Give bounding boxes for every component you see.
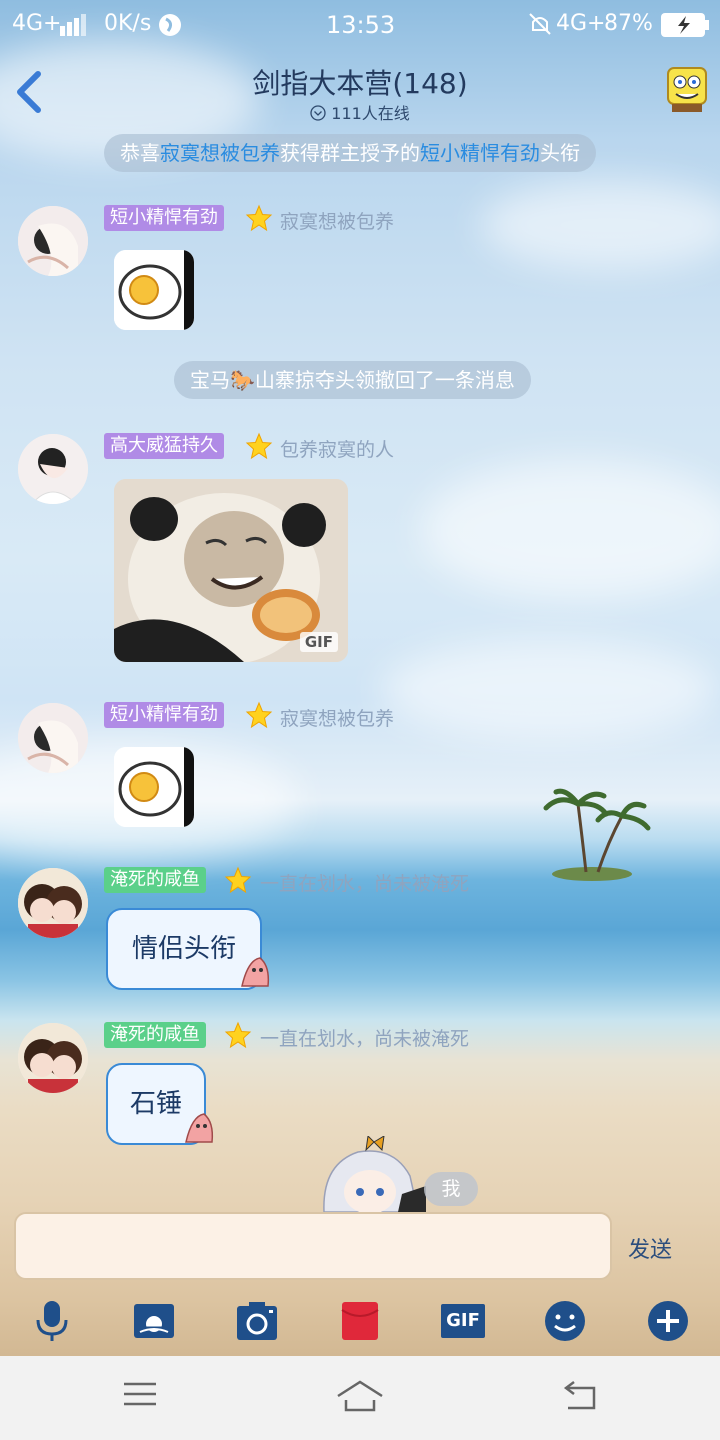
clock: 13:53: [326, 11, 396, 39]
emoji-icon[interactable]: [543, 1300, 587, 1342]
chevron-circle-icon: [310, 105, 326, 121]
member-title-tag: 短小精悍有劲: [104, 205, 224, 231]
avatar[interactable]: [18, 703, 88, 773]
plus-icon[interactable]: [646, 1300, 690, 1342]
nickname[interactable]: 包养寂寞的人: [280, 435, 394, 462]
menu-icon[interactable]: [122, 1378, 158, 1410]
send-button[interactable]: 发送: [628, 1232, 672, 1264]
member-title-tag: 高大威猛持久: [104, 433, 224, 459]
panda-gif-sticker[interactable]: GIF: [114, 479, 348, 662]
gif-badge: GIF: [299, 632, 338, 652]
egg-sticker[interactable]: [114, 747, 194, 827]
signal-icon: [60, 14, 86, 36]
nickname[interactable]: 一直在划水，尚未被淹死: [260, 869, 469, 896]
award-user-link[interactable]: 寂寞想被包养: [160, 141, 280, 165]
mute-icon: [529, 13, 551, 35]
home-icon[interactable]: [334, 1378, 386, 1414]
chat-header: 剑指大本营(148) 111人在线: [0, 50, 720, 134]
star-icon: [245, 204, 273, 232]
avatar[interactable]: [18, 206, 88, 276]
network-type-2: 4G+: [556, 11, 606, 36]
me-label: 我: [424, 1172, 478, 1206]
battery-percent: 87%: [604, 11, 653, 36]
member-title-tag: 短小精悍有劲: [104, 702, 224, 728]
horse-icon: 🐎: [230, 368, 255, 392]
app-logo-icon: [159, 14, 181, 36]
star-icon: [245, 432, 273, 460]
gif-icon[interactable]: GIF: [441, 1304, 485, 1338]
nickname[interactable]: 一直在划水，尚未被淹死: [260, 1024, 469, 1051]
message-input[interactable]: [14, 1212, 612, 1280]
system-message-recall: 宝马🐎山寨掠夺头领撤回了一条消息: [174, 361, 531, 399]
avatar[interactable]: [18, 434, 88, 504]
star-icon: [224, 1021, 252, 1049]
online-count: 111人在线: [0, 100, 720, 124]
nickname[interactable]: 寂寞想被包养: [280, 704, 394, 731]
network-speed: 0K/s: [104, 11, 152, 36]
member-title-tag: 淹死的咸鱼: [104, 867, 206, 893]
microphone-icon[interactable]: [30, 1300, 74, 1342]
award-title-link[interactable]: 短小精悍有劲: [420, 141, 540, 165]
member-title-tag: 淹死的咸鱼: [104, 1022, 206, 1048]
system-nav-bar: [0, 1356, 720, 1440]
avatar[interactable]: [18, 1023, 88, 1093]
network-type: 4G+: [12, 11, 62, 36]
camera-icon[interactable]: [235, 1300, 279, 1342]
image-icon[interactable]: [132, 1300, 176, 1342]
patrick-sticker-icon: [185, 1113, 214, 1143]
character-decoration: [323, 1136, 426, 1212]
nickname[interactable]: 寂寞想被包养: [280, 207, 394, 234]
avatar[interactable]: [18, 868, 88, 938]
group-avatar-icon[interactable]: [662, 60, 712, 118]
palm-island-decoration: [543, 788, 651, 881]
back-nav-icon[interactable]: [560, 1378, 600, 1412]
star-icon: [224, 866, 252, 894]
battery-icon: [661, 13, 709, 37]
status-bar: 4G+ 0K/s 13:53 4G+ 87%: [0, 0, 720, 50]
system-message-award: 恭喜寂寞想被包养获得群主授予的短小精悍有劲头衔: [104, 134, 596, 172]
egg-sticker[interactable]: [114, 250, 194, 330]
online-count-text: 111人在线: [331, 104, 410, 123]
group-title[interactable]: 剑指大本营(148): [0, 62, 720, 102]
red-packet-icon[interactable]: [338, 1300, 382, 1342]
patrick-sticker-icon: [241, 957, 270, 987]
star-icon: [245, 701, 273, 729]
